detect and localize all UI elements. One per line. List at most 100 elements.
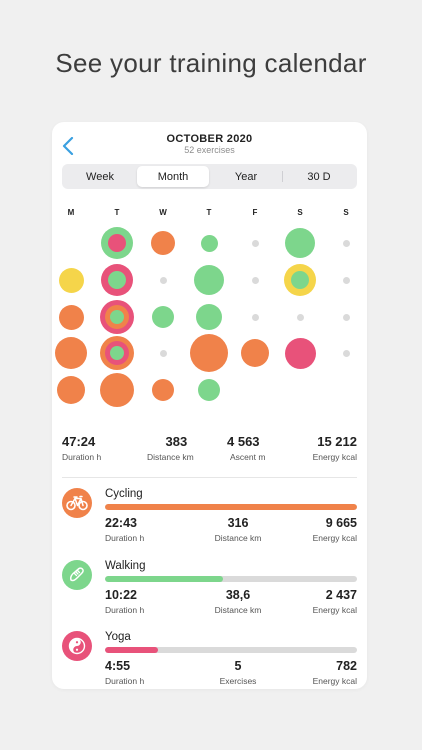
calendar-day-bubble[interactable] xyxy=(198,379,220,401)
bicycle-icon xyxy=(62,488,92,518)
weekday-label: T xyxy=(206,208,212,217)
calendar-day-bubble[interactable] xyxy=(241,339,269,367)
calendar-day-ring xyxy=(108,234,126,252)
page-headline: See your training calendar xyxy=(55,48,367,78)
summary-ascent: 4 563 Ascent m xyxy=(227,434,265,462)
tab-year[interactable]: Year xyxy=(210,166,282,187)
stat-label: Distance km xyxy=(214,605,262,615)
calendar-day-bubble[interactable] xyxy=(58,304,84,330)
calendar-day-bubble[interactable] xyxy=(152,306,174,328)
tab-30d[interactable]: 30 D xyxy=(283,166,355,187)
calendar-day-empty[interactable] xyxy=(342,349,350,357)
calendar-day-empty[interactable] xyxy=(251,276,259,284)
calendar-day-ring xyxy=(291,271,309,289)
calendar-day-bubble[interactable] xyxy=(284,337,316,369)
summary-label: Energy kcal xyxy=(312,452,357,462)
stat-value: 2 437 xyxy=(325,588,357,602)
stat-label: Energy kcal xyxy=(312,676,357,686)
stat-duration: 22:43 Duration h xyxy=(105,516,144,543)
stat-energy: 9 665 Energy kcal xyxy=(313,516,357,543)
calendar-day-bubble[interactable] xyxy=(194,265,224,295)
calendar-day-empty[interactable] xyxy=(159,276,167,284)
tab-week[interactable]: Week xyxy=(64,166,136,187)
summary-label: Duration h xyxy=(62,452,102,462)
stat-distance: 38,6 Distance km xyxy=(205,588,271,615)
calendar-day-ring xyxy=(110,310,124,324)
activity-stats: 22:43 Duration h 316 Distance km 9 665 E… xyxy=(105,516,357,546)
section-divider xyxy=(62,477,357,478)
summary-duration: 47:24 Duration h xyxy=(62,434,101,462)
calendar-day-empty[interactable] xyxy=(342,313,350,321)
calendar-day-bubble[interactable] xyxy=(100,373,134,407)
summary-distance: 383 Distance km xyxy=(147,434,194,462)
weekday-label: T xyxy=(114,208,120,217)
period-segmented-control: Week Month Year 30 D xyxy=(62,164,357,189)
tab-month[interactable]: Month xyxy=(137,166,209,187)
activity-name: Walking xyxy=(105,560,146,572)
stat-value: 9 665 xyxy=(325,516,357,530)
exercise-count: 52 exercises xyxy=(184,145,235,155)
stat-energy: 782 Energy kcal xyxy=(313,659,357,686)
activity-name: Yoga xyxy=(105,631,131,643)
activity-progress-bar xyxy=(105,504,357,510)
calendar-day-empty[interactable] xyxy=(342,239,350,247)
calendar-day-bubble[interactable] xyxy=(152,379,174,401)
activity-stats: 4:55 Duration h 5 Exercises 782 Energy k… xyxy=(105,659,357,689)
activity-progress-fill xyxy=(105,504,357,510)
stat-label: Duration h xyxy=(105,533,145,543)
stat-value: 782 xyxy=(336,659,357,673)
stat-label: Duration h xyxy=(105,605,145,615)
stat-label: Duration h xyxy=(105,676,145,686)
summary-value: 15 212 xyxy=(317,434,357,449)
stat-value: 38,6 xyxy=(225,588,251,602)
calendar-day-ring xyxy=(110,346,124,360)
summary-value: 47:24 xyxy=(62,434,96,449)
training-calendar-card: OCTOBER 2020 52 exercises Week Month Yea… xyxy=(52,122,367,689)
calendar-day-bubble[interactable] xyxy=(151,231,175,255)
weekday-label: W xyxy=(159,208,167,217)
stat-energy: 2 437 Energy kcal xyxy=(313,588,357,615)
weekday-label: F xyxy=(252,208,258,217)
calendar-day-bubble[interactable] xyxy=(196,304,222,330)
stat-label: Exercises xyxy=(219,676,257,686)
calendar-day-bubble[interactable] xyxy=(285,228,315,258)
calendar-day-bubble[interactable] xyxy=(57,376,85,404)
calendar-day-bubble[interactable] xyxy=(55,337,87,369)
month-title: OCTOBER 2020 xyxy=(166,133,253,145)
weekday-label: M xyxy=(67,208,75,217)
yin-yang-icon xyxy=(62,631,92,661)
summary-value: 383 xyxy=(165,434,188,449)
activity-progress-fill xyxy=(105,647,158,653)
calendar-day-bubble[interactable] xyxy=(58,267,84,293)
activity-row-yoga[interactable]: Yoga 4:55 Duration h 5 Exercises 782 Ene… xyxy=(52,631,367,689)
activity-row-walking[interactable]: Walking 10:22 Duration h 38,6 Distance k… xyxy=(52,560,367,620)
calendar-day-empty[interactable] xyxy=(296,313,304,321)
stat-value: 22:43 xyxy=(105,516,137,530)
calendar-day-empty[interactable] xyxy=(159,349,167,357)
calendar-day-empty[interactable] xyxy=(251,239,259,247)
activity-stats: 10:22 Duration h 38,6 Distance km 2 437 … xyxy=(105,588,357,618)
activity-name: Cycling xyxy=(105,488,143,500)
summary-label: Distance km xyxy=(147,452,194,462)
stat-value: 5 xyxy=(234,659,242,673)
month-summary: 47:24 Duration h 383 Distance km 4 563 A… xyxy=(62,434,357,464)
stat-label: Distance km xyxy=(214,533,262,543)
calendar-grid: M T W T F S S xyxy=(52,208,367,418)
stat-distance: 316 Distance km xyxy=(205,516,271,543)
calendar-day-ring xyxy=(108,271,126,289)
summary-value: 4 563 xyxy=(227,434,260,449)
activity-progress-bar xyxy=(105,647,357,653)
weekday-label: S xyxy=(343,208,349,217)
stat-duration: 10:22 Duration h xyxy=(105,588,144,615)
calendar-day-bubble[interactable] xyxy=(200,234,218,252)
calendar-day-empty[interactable] xyxy=(251,313,259,321)
activity-progress-fill xyxy=(105,576,224,582)
stat-exercises: 5 Exercises xyxy=(205,659,271,686)
calendar-day-bubble[interactable] xyxy=(190,334,228,372)
activity-row-cycling[interactable]: Cycling 22:43 Duration h 316 Distance km… xyxy=(52,488,367,548)
calendar-day-empty[interactable] xyxy=(342,276,350,284)
activity-progress-bar xyxy=(105,576,357,582)
stat-label: Energy kcal xyxy=(312,533,357,543)
stat-value: 316 xyxy=(227,516,249,530)
weekday-label: S xyxy=(297,208,303,217)
